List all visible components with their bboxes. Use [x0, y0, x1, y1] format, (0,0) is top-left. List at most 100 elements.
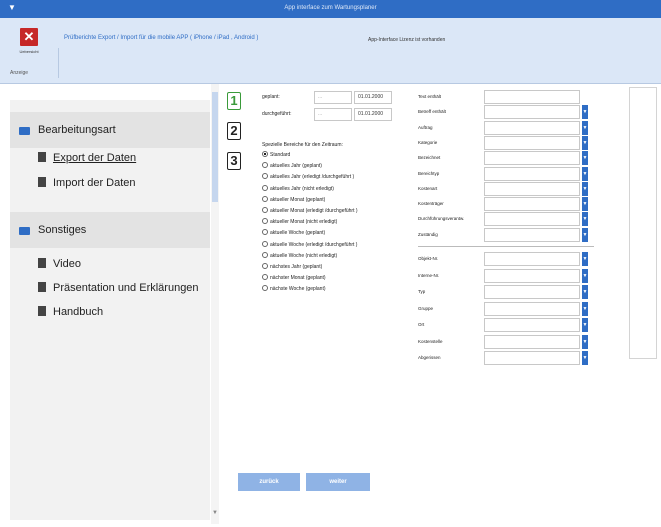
period-radio-option[interactable]: aktuelles Jahr (nicht erledigt) — [262, 184, 334, 192]
durchgefuehrt-picker[interactable]: ... — [314, 108, 352, 121]
filter-input[interactable] — [484, 197, 580, 212]
dropdown-arrow-icon[interactable]: ▼ — [582, 351, 588, 365]
close-button-label: Uebersicht — [19, 49, 39, 54]
sidebar-scrollbar[interactable]: ▼ — [211, 84, 219, 524]
period-radio-option[interactable]: aktueller Monat (erledigt /durchgeführt … — [262, 207, 358, 214]
period-radio-option[interactable]: aktueller Monat (geplant) — [262, 195, 325, 203]
period-radio-option[interactable]: aktuelle Woche (erledigt /durchgeführt ) — [262, 240, 357, 248]
dropdown-arrow-icon[interactable]: ▼ — [582, 301, 588, 316]
dropdown-arrow-icon[interactable]: ▼ — [582, 334, 588, 349]
radio-icon — [262, 240, 268, 247]
close-icon: ✕ — [20, 28, 38, 46]
scroll-down-icon[interactable]: ▼ — [211, 510, 219, 516]
ribbon-info-text: Prüfberichte Export / Import für die mob… — [64, 35, 259, 41]
radio-label: nächster Monat (geplant) — [270, 275, 326, 282]
filter-label: Ort — [418, 322, 425, 327]
book-icon — [38, 282, 46, 292]
period-radio-option[interactable]: nächste Woche (geplant) — [262, 285, 326, 292]
radio-icon — [262, 285, 268, 292]
dropdown-arrow-icon[interactable]: ▼ — [582, 181, 588, 196]
filter-label: Bereichtyp — [418, 170, 440, 176]
sidebar-item-presentation[interactable]: Präsentation und Erklärungen — [38, 282, 199, 294]
filter-input[interactable] — [484, 334, 580, 349]
radio-icon — [262, 151, 268, 157]
section-sonstiges[interactable]: Sonstiges — [10, 212, 210, 248]
filter-input[interactable] — [484, 285, 580, 299]
dropdown-arrow-icon[interactable]: ▼ — [582, 212, 588, 227]
filter-input[interactable] — [484, 252, 580, 266]
period-radio-option[interactable]: aktuelles Jahr (erledigt /durchgeführt ) — [262, 173, 354, 180]
sidebar-item-video[interactable]: Video — [38, 258, 81, 270]
section-label: Bearbeitungsart — [38, 124, 116, 136]
radio-label: nächstes Jahr (geplant) — [270, 264, 323, 270]
window-title: App interface zum Wartungsplaner — [284, 5, 377, 11]
filter-label: Kostenträger — [418, 201, 444, 207]
period-radio-option[interactable]: Standard — [262, 151, 290, 158]
close-overview-button[interactable]: ✕ Uebersicht — [16, 28, 42, 54]
dropdown-arrow-icon[interactable]: ▼ — [582, 227, 588, 242]
dropdown-arrow-icon[interactable]: ▼ — [582, 166, 588, 181]
filter-input[interactable] — [484, 318, 580, 332]
radio-icon — [262, 263, 268, 269]
filter-label: Objekt-Nr. — [418, 256, 439, 261]
period-radio-option[interactable]: aktuelle Woche (geplant) — [262, 229, 325, 236]
sidebar-item-import[interactable]: Import der Daten — [38, 177, 136, 189]
sidebar-item-export[interactable]: Export der Daten — [38, 152, 136, 164]
radio-label: Standard — [270, 152, 291, 158]
period-radio-option[interactable]: aktueller Monat (nicht erledigt) — [262, 218, 337, 225]
dropdown-arrow-icon[interactable]: ▼ — [582, 318, 588, 332]
period-radio-option[interactable]: aktuelle Woche (nicht erledigt) — [262, 251, 337, 259]
period-radio-option[interactable]: nächster Monat (geplant) — [262, 274, 326, 281]
scrollbar-thumb[interactable] — [212, 92, 218, 202]
filter-label: Interne-Nr. — [418, 272, 440, 278]
sidebar-item-label: Präsentation und Erklärungen — [53, 282, 199, 294]
dropdown-arrow-icon[interactable]: ▼ — [582, 285, 588, 299]
dropdown-arrow-icon[interactable]: ▼ — [582, 252, 588, 266]
filter-input[interactable] — [484, 105, 580, 120]
filter-input[interactable] — [484, 90, 580, 104]
book-icon — [38, 152, 46, 162]
back-button[interactable]: zurück — [238, 473, 300, 491]
next-button[interactable]: weiter — [306, 473, 370, 491]
period-radio-option[interactable]: nächstes Jahr (geplant) — [262, 263, 322, 270]
durchgefuehrt-label: durchgeführt: — [262, 111, 292, 117]
filter-input[interactable] — [484, 351, 580, 365]
sidebar-item-label: Export der Daten — [53, 152, 137, 164]
dropdown-arrow-icon[interactable]: ▼ — [582, 151, 588, 166]
dropdown-arrow-icon[interactable]: ▼ — [582, 105, 588, 120]
ribbon-group-separator — [58, 48, 59, 78]
filter-input[interactable] — [484, 135, 580, 150]
filter-input[interactable] — [484, 268, 580, 283]
geplant-picker[interactable]: ... — [314, 91, 352, 104]
radio-icon — [262, 184, 268, 191]
filter-input[interactable] — [484, 301, 580, 316]
radio-icon — [262, 162, 268, 169]
filter-input[interactable] — [484, 181, 580, 196]
section-bearbeitungsart[interactable]: Bearbeitungsart — [10, 112, 210, 148]
filter-divider — [418, 246, 594, 247]
filter-input[interactable] — [484, 151, 580, 166]
filter-label: Betreff enthält — [418, 109, 446, 115]
sidebar-item-handbuch[interactable]: Handbuch — [38, 306, 103, 318]
folder-icon — [19, 127, 30, 135]
license-status: App-Interface Lizenz ist vorhanden — [368, 37, 446, 43]
durchgefuehrt-date-field[interactable]: 01.01.2000 — [354, 108, 392, 121]
filter-label: Kostenart — [418, 185, 438, 191]
dropdown-arrow-icon[interactable]: ▼ — [582, 197, 588, 212]
sidebar-item-label: Handbuch — [53, 306, 104, 318]
geplant-date-field[interactable]: 01.01.2000 — [354, 91, 392, 104]
dropdown-arrow-icon[interactable]: ▼ — [582, 268, 588, 283]
filter-label: Typ — [418, 289, 426, 294]
step-3-icon: 3 — [227, 152, 241, 170]
step-2-icon: 2 — [227, 122, 241, 140]
radio-label: aktuelles Jahr (geplant) — [270, 163, 322, 170]
dropdown-arrow-icon[interactable]: ▼ — [582, 135, 588, 150]
filter-input[interactable] — [484, 212, 580, 227]
filter-input[interactable] — [484, 166, 580, 181]
filter-input[interactable] — [484, 120, 580, 135]
filter-label: Bezeichnet — [418, 155, 441, 161]
filter-input[interactable] — [484, 227, 580, 242]
radio-icon — [262, 173, 268, 180]
period-radio-option[interactable]: aktuelles Jahr (geplant) — [262, 162, 322, 169]
dropdown-arrow-icon[interactable]: ▼ — [582, 120, 588, 135]
